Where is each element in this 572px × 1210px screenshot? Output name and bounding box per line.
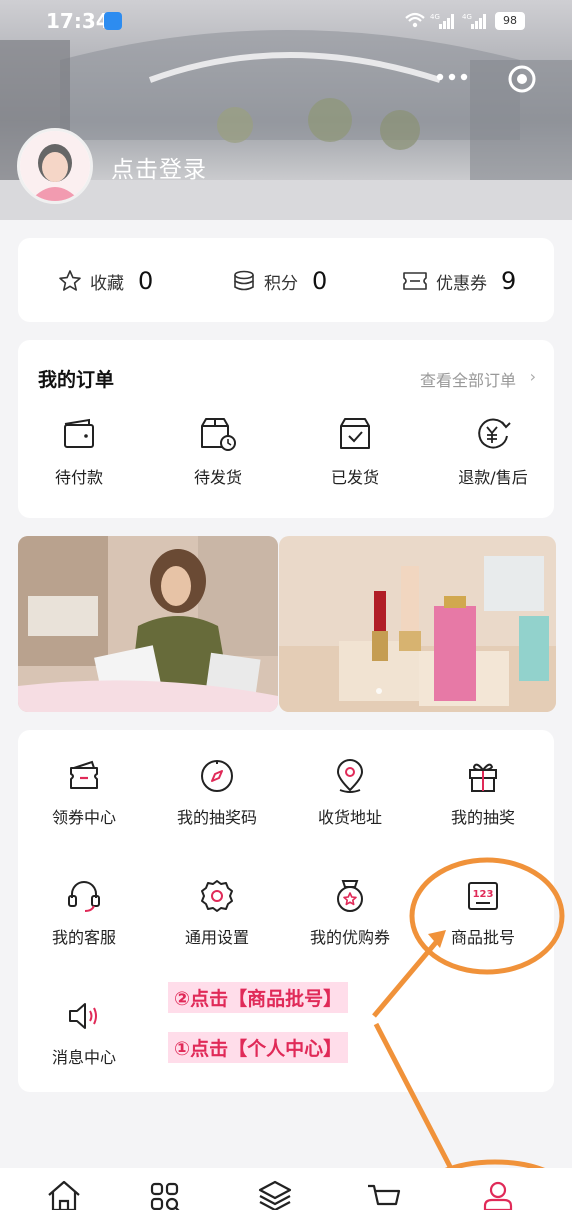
profile-header: 17:34 4G 4G 98 点击登录 xyxy=(0,0,572,220)
star-icon xyxy=(59,270,81,291)
shopping-woman-image xyxy=(18,536,278,712)
coupons-label: 优惠券 xyxy=(436,273,487,294)
favorites-label: 收藏 xyxy=(90,273,124,294)
speaker-icon xyxy=(69,1003,97,1029)
order-item-label: 待付款 xyxy=(54,468,103,487)
service-my-lottery[interactable]: 我的抽奖 xyxy=(417,758,549,848)
coins-icon xyxy=(234,270,254,291)
points-count: 0 xyxy=(312,267,328,295)
battery-indicator: 98 xyxy=(495,12,525,30)
stats-card: 收藏 0 积分 0 优惠券 9 xyxy=(18,238,554,322)
signal-icon: 4G xyxy=(430,13,454,29)
points-label: 积分 xyxy=(264,273,298,294)
status-time: 17:34 xyxy=(46,9,110,33)
promo-banner-left[interactable] xyxy=(18,536,278,712)
order-item-label: 已发货 xyxy=(330,468,379,487)
svg-text:123: 123 xyxy=(473,889,494,900)
service-label: 商品批号 xyxy=(450,928,515,947)
target-icon[interactable] xyxy=(505,62,539,96)
perfume-products-image xyxy=(279,536,556,712)
headset-icon xyxy=(68,881,100,912)
service-label: 消息中心 xyxy=(51,1048,116,1067)
coupons-count: 9 xyxy=(501,267,517,295)
order-item-label: 退款/售后 xyxy=(458,468,528,487)
service-customer-support[interactable]: 我的客服 xyxy=(18,878,150,968)
svg-text:4G: 4G xyxy=(462,13,472,21)
cart-icon[interactable] xyxy=(364,1178,404,1210)
service-message-center[interactable]: 消息中心 xyxy=(18,998,150,1088)
service-shipping-address[interactable]: 收货地址 xyxy=(284,758,416,848)
wallet-icon xyxy=(64,418,94,448)
annotation-step-2: ②点击【商品批号】 xyxy=(168,982,349,1013)
favorites-count: 0 xyxy=(138,267,154,295)
order-pending-payment[interactable]: 待付款 xyxy=(24,416,134,496)
weather-app-icon xyxy=(104,12,122,30)
user-icon[interactable] xyxy=(478,1178,518,1210)
refund-icon xyxy=(478,418,511,449)
svg-text:4G: 4G xyxy=(430,13,440,21)
bottom-navigation xyxy=(0,1168,572,1210)
avatar[interactable] xyxy=(17,128,93,204)
service-label: 我的客服 xyxy=(51,928,116,947)
wifi-icon xyxy=(405,12,425,28)
layers-icon[interactable] xyxy=(256,1178,296,1210)
login-link[interactable]: 点击登录 xyxy=(111,150,207,184)
box-check-icon xyxy=(340,418,370,449)
service-label: 通用设置 xyxy=(184,928,249,947)
service-settings[interactable]: 通用设置 xyxy=(151,878,283,968)
coupons-stat[interactable]: 优惠券 9 xyxy=(402,266,516,296)
medal-icon xyxy=(337,880,363,912)
category-icon[interactable] xyxy=(146,1178,186,1210)
order-refund[interactable]: 退款/售后 xyxy=(438,416,548,496)
more-icon[interactable] xyxy=(430,60,474,94)
gift-icon xyxy=(469,763,497,792)
points-stat[interactable]: 积分 0 xyxy=(232,266,327,296)
home-icon[interactable] xyxy=(44,1178,84,1210)
view-all-orders-link[interactable]: 查看全部订单 xyxy=(420,367,516,391)
coupon-icon xyxy=(403,272,427,290)
location-icon xyxy=(336,759,364,793)
service-my-coupons[interactable]: 我的优购券 xyxy=(284,878,416,968)
signal-icon: 4G xyxy=(462,13,486,29)
status-bar: 17:34 4G 4G 98 xyxy=(0,0,572,44)
box-clock-icon xyxy=(201,418,236,451)
service-label: 我的抽奖 xyxy=(450,808,515,827)
orders-title: 我的订单 xyxy=(38,369,115,391)
service-lottery-code[interactable]: 我的抽奖码 xyxy=(151,758,283,848)
service-label: 我的抽奖码 xyxy=(176,808,257,827)
settings-icon xyxy=(201,880,233,912)
coupon-center-icon xyxy=(70,760,98,789)
service-label: 领券中心 xyxy=(51,808,116,827)
order-pending-shipment[interactable]: 待发货 xyxy=(163,416,273,496)
service-label: 收货地址 xyxy=(317,808,382,827)
service-coupon-center[interactable]: 领券中心 xyxy=(18,758,150,848)
order-item-label: 待发货 xyxy=(193,468,242,487)
compass-icon xyxy=(201,760,233,792)
service-batch-number[interactable]: 123 商品批号 xyxy=(417,878,549,968)
promo-banner-right[interactable] xyxy=(279,536,556,712)
avatar-image xyxy=(20,131,90,201)
batch-number-icon: 123 xyxy=(468,882,498,910)
favorites-stat[interactable]: 收藏 0 xyxy=(58,266,153,296)
orders-card: 我的订单 查看全部订单 › 待付款 待发货 已发货 退款/售后 xyxy=(18,340,554,518)
service-label: 我的优购券 xyxy=(309,928,390,947)
annotation-step-1: ①点击【个人中心】 xyxy=(168,1032,349,1063)
chevron-right-icon[interactable]: › xyxy=(530,367,536,386)
order-shipped[interactable]: 已发货 xyxy=(300,416,410,496)
